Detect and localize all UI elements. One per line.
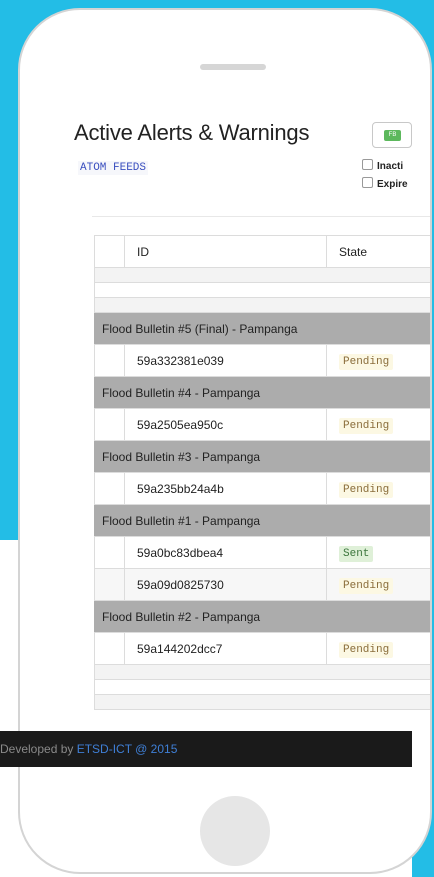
empty-row [94, 298, 430, 313]
table-row[interactable]: 59a144202dcc7 Pending [94, 633, 430, 665]
screen: Active Alerts & Warnings FB ATOM FEEDS I… [74, 102, 430, 778]
alert-id: 59a09d0825730 [137, 578, 224, 592]
status-badge: Pending [339, 641, 394, 658]
home-button[interactable] [200, 796, 270, 866]
group-row[interactable]: Flood Bulletin #3 - Pampanga [94, 441, 430, 473]
atom-feeds-link[interactable]: ATOM FEEDS [78, 161, 149, 175]
alert-id: 59a2505ea950c [137, 418, 224, 432]
alert-state-cell: Pending [326, 409, 430, 440]
empty-row [94, 695, 430, 710]
table-row[interactable]: 59a0bc83dbea4 Sent [94, 537, 430, 569]
empty-row [94, 680, 430, 695]
table-row[interactable]: 59a235bb24a4b Pending [94, 473, 430, 505]
status-badge: Pending [339, 481, 394, 498]
row-select-cell[interactable] [95, 569, 125, 600]
speaker-icon [200, 64, 266, 70]
row-select-cell[interactable] [95, 473, 125, 504]
row-select-cell[interactable] [95, 345, 125, 376]
footer-link[interactable]: ETSD-ICT @ 2015 [77, 742, 178, 756]
table-row[interactable]: 59a332381e039 Pending [94, 345, 430, 377]
column-header-id[interactable]: ID [137, 236, 149, 269]
filter-expired[interactable]: Expire [362, 177, 408, 190]
alert-id: 59a332381e039 [137, 354, 224, 368]
status-badge: Sent [339, 545, 374, 562]
table-header-row: ID State [94, 235, 430, 269]
divider [92, 216, 430, 217]
empty-row [94, 268, 430, 283]
alert-id: 59a144202dcc7 [137, 642, 223, 656]
footer: Developed by ETSD-ICT @ 2015 [0, 731, 412, 767]
alert-state-cell: Pending [326, 473, 430, 504]
table-row[interactable]: 59a09d0825730 Pending [94, 569, 430, 601]
alerts-table: ID State Flood Bulletin #5 (Final) - Pam… [94, 235, 430, 710]
group-row[interactable]: Flood Bulletin #4 - Pampanga [94, 377, 430, 409]
footer-credit: Developed by [0, 742, 77, 756]
group-row[interactable]: Flood Bulletin #1 - Pampanga [94, 505, 430, 537]
header-select-cell [95, 236, 125, 267]
alert-state-cell: Pending [326, 633, 430, 664]
row-select-cell[interactable] [95, 633, 125, 664]
group-row[interactable]: Flood Bulletin #2 - Pampanga [94, 601, 430, 633]
filter-expired-label: Expire [377, 179, 408, 190]
checkbox-icon[interactable] [362, 159, 373, 170]
title-row: Active Alerts & Warnings FB [74, 120, 430, 152]
status-badge: Pending [339, 353, 394, 370]
alert-id: 59a0bc83dbea4 [137, 546, 224, 560]
row-select-cell[interactable] [95, 409, 125, 440]
filter-inactive-label: Inacti [377, 161, 404, 172]
footer-text: Developed by ETSD-ICT @ 2015 [0, 731, 177, 767]
empty-row [94, 283, 430, 298]
fb-icon: FB [384, 130, 401, 141]
alert-state-cell: Sent [326, 537, 430, 568]
empty-row [94, 665, 430, 680]
filter-inactive[interactable]: Inacti [362, 159, 403, 172]
group-row[interactable]: Flood Bulletin #5 (Final) - Pampanga [94, 313, 430, 345]
alert-id: 59a235bb24a4b [137, 482, 224, 496]
row-select-cell[interactable] [95, 537, 125, 568]
status-badge: Pending [339, 417, 394, 434]
fb-button[interactable]: FB [372, 122, 412, 148]
table-row[interactable]: 59a2505ea950c Pending [94, 409, 430, 441]
checkbox-icon[interactable] [362, 177, 373, 188]
page-title: Active Alerts & Warnings [74, 120, 310, 145]
column-header-state[interactable]: State [326, 236, 430, 267]
alert-state-cell: Pending [326, 345, 430, 376]
status-badge: Pending [339, 577, 394, 594]
alert-state-cell: Pending [326, 569, 430, 600]
